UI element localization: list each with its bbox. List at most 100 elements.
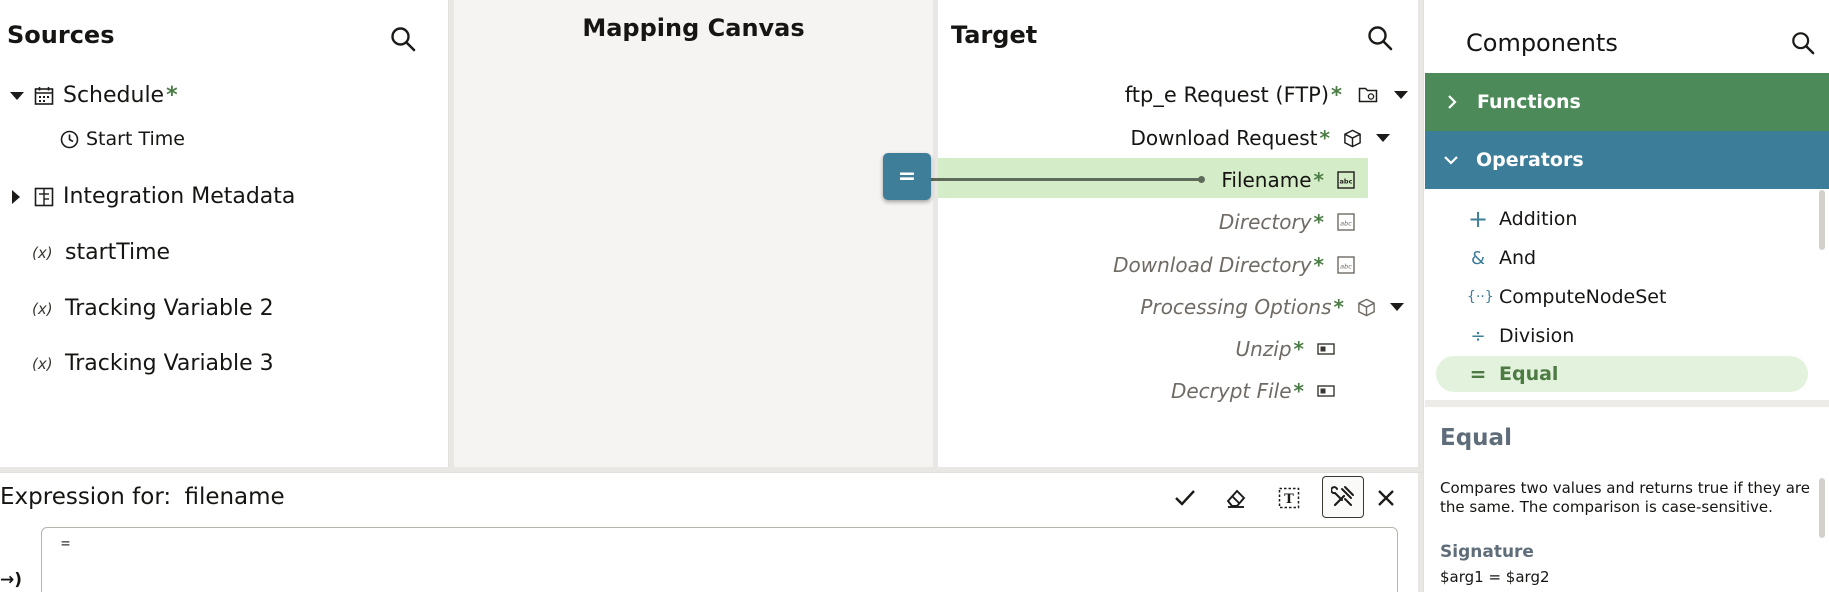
target-search-icon[interactable] <box>1364 22 1396 54</box>
collapse-caret-icon[interactable] <box>1376 134 1390 142</box>
source-item-schedule[interactable]: Schedule * <box>10 83 178 108</box>
string-field-icon: abc <box>1336 255 1356 275</box>
target-item-label: Download Directory <box>1113 253 1312 277</box>
collapse-caret-icon[interactable] <box>1390 303 1404 311</box>
detail-description: Compares two values and returns true if … <box>1440 479 1810 516</box>
expression-heading: Expression for: filename <box>0 484 285 510</box>
components-splitter[interactable] <box>1425 400 1829 407</box>
sources-panel: Sources Schedule * Start Time Integratio… <box>0 0 449 467</box>
source-item-start-time[interactable]: Start Time <box>60 128 185 150</box>
operators-scrollbar[interactable] <box>1819 190 1825 250</box>
operator-label: ComputeNodeSet <box>1499 286 1667 308</box>
boolean-field-icon <box>1316 339 1336 359</box>
expression-side-glyph: →) <box>0 570 23 590</box>
detail-signature-label: Signature <box>1440 542 1534 562</box>
source-item-integration-metadata[interactable]: Integration Metadata <box>10 184 295 209</box>
chevron-down-icon <box>1443 155 1459 165</box>
target-item-label: Download Request <box>1130 126 1318 150</box>
operator-addition[interactable]: + Addition <box>1436 201 1808 237</box>
required-marker: * <box>1331 83 1342 107</box>
text-mode-icon[interactable]: T <box>1269 478 1309 518</box>
operator-label: Equal <box>1499 363 1559 385</box>
equals-icon: = <box>1469 362 1487 386</box>
required-marker: * <box>1313 210 1324 234</box>
target-item-decrypt-file[interactable]: Decrypt File * <box>1171 374 1336 408</box>
detail-scrollbar[interactable] <box>1819 478 1825 538</box>
expand-caret-right-icon[interactable] <box>12 189 20 204</box>
expand-caret-icon[interactable] <box>10 91 24 100</box>
folder-settings-icon <box>1358 85 1378 105</box>
source-item-starttime-variable[interactable]: (x) startTime <box>32 240 170 265</box>
target-item-ftp-request[interactable]: ftp_e Request (FTP) * <box>1125 78 1408 112</box>
object-cube-icon <box>1356 297 1376 317</box>
equal-operator-node[interactable]: = <box>883 153 931 200</box>
target-panel: Target ftp_e Request (FTP) * Download Re… <box>938 0 1418 467</box>
structure-icon <box>34 187 54 207</box>
detail-title: Equal <box>1440 425 1512 451</box>
required-marker: * <box>1313 253 1324 277</box>
boolean-field-icon <box>1316 381 1336 401</box>
svg-text:abc: abc <box>1340 220 1352 228</box>
variable-icon: (x) <box>32 354 53 373</box>
operator-equal-selected[interactable]: = Equal <box>1436 356 1808 392</box>
variable-icon: (x) <box>32 299 53 318</box>
source-item-tracking-variable-3[interactable]: (x) Tracking Variable 3 <box>32 351 274 376</box>
expression-label: Expression for: <box>0 484 172 510</box>
validate-checkmark-icon[interactable] <box>1165 478 1205 518</box>
developer-tools-icon[interactable] <box>1322 476 1364 518</box>
target-item-download-directory[interactable]: Download Directory * abc <box>1113 248 1356 282</box>
required-marker: * <box>1293 337 1304 361</box>
operator-label: Division <box>1499 325 1575 347</box>
variable-icon: (x) <box>32 243 53 262</box>
required-marker: * <box>1333 295 1344 319</box>
ampersand-icon: & <box>1470 247 1486 269</box>
target-item-label: Decrypt File <box>1170 379 1292 403</box>
operator-computenodeset[interactable]: {··} ComputeNodeSet <box>1436 279 1808 315</box>
target-item-download-request[interactable]: Download Request * <box>1131 121 1390 155</box>
mapping-canvas[interactable]: Mapping Canvas <box>454 0 933 467</box>
section-label: Functions <box>1477 91 1581 113</box>
source-item-label: Schedule <box>63 83 165 108</box>
close-icon[interactable] <box>1366 478 1406 518</box>
source-item-tracking-variable-2[interactable]: (x) Tracking Variable 2 <box>32 296 274 321</box>
clock-icon <box>60 130 79 149</box>
section-functions[interactable]: Functions <box>1425 73 1829 131</box>
operator-division[interactable]: ÷ Division <box>1436 318 1808 354</box>
braces-icon: {··} <box>1467 289 1494 305</box>
expression-editor-value: = <box>61 534 71 552</box>
operator-and[interactable]: & And <box>1436 240 1808 276</box>
target-item-unzip[interactable]: Unzip * <box>1235 332 1336 366</box>
canvas-title: Mapping Canvas <box>582 14 805 42</box>
operator-label: And <box>1499 247 1537 269</box>
required-marker: * <box>1319 126 1330 150</box>
source-item-label: Tracking Variable 3 <box>65 351 274 376</box>
svg-text:T: T <box>1284 492 1294 507</box>
string-field-icon: abc <box>1336 170 1356 190</box>
divide-icon: ÷ <box>1470 325 1486 347</box>
collapse-caret-icon[interactable] <box>1394 91 1408 99</box>
detail-signature: $arg1 = $arg2 <box>1440 568 1550 586</box>
chevron-right-icon <box>1447 94 1457 110</box>
eraser-icon[interactable] <box>1216 478 1256 518</box>
components-search-icon[interactable] <box>1787 27 1819 59</box>
target-item-processing-options[interactable]: Processing Options * <box>1140 290 1404 324</box>
mapping-connector-line <box>910 178 1200 181</box>
target-item-label: Directory <box>1218 210 1312 234</box>
required-marker: * <box>1313 168 1324 192</box>
svg-text:abc: abc <box>1340 178 1353 186</box>
svg-text:abc: abc <box>1340 263 1352 271</box>
target-item-filename[interactable]: Filename * abc <box>1221 163 1356 197</box>
section-operators[interactable]: Operators <box>1425 131 1829 189</box>
plus-icon: + <box>1467 205 1489 233</box>
target-item-label: Unzip <box>1235 337 1292 361</box>
sources-search-icon[interactable] <box>387 23 419 55</box>
sources-title: Sources <box>7 21 115 49</box>
target-item-label: Filename <box>1221 168 1312 192</box>
target-item-directory[interactable]: Directory * abc <box>1219 205 1356 239</box>
operator-label: Addition <box>1499 208 1578 230</box>
source-item-label: Start Time <box>86 128 185 150</box>
source-item-label: Integration Metadata <box>63 184 296 209</box>
section-label: Operators <box>1476 149 1584 171</box>
source-item-label: Tracking Variable 2 <box>65 296 274 321</box>
expression-editor[interactable]: = <box>41 527 1398 592</box>
